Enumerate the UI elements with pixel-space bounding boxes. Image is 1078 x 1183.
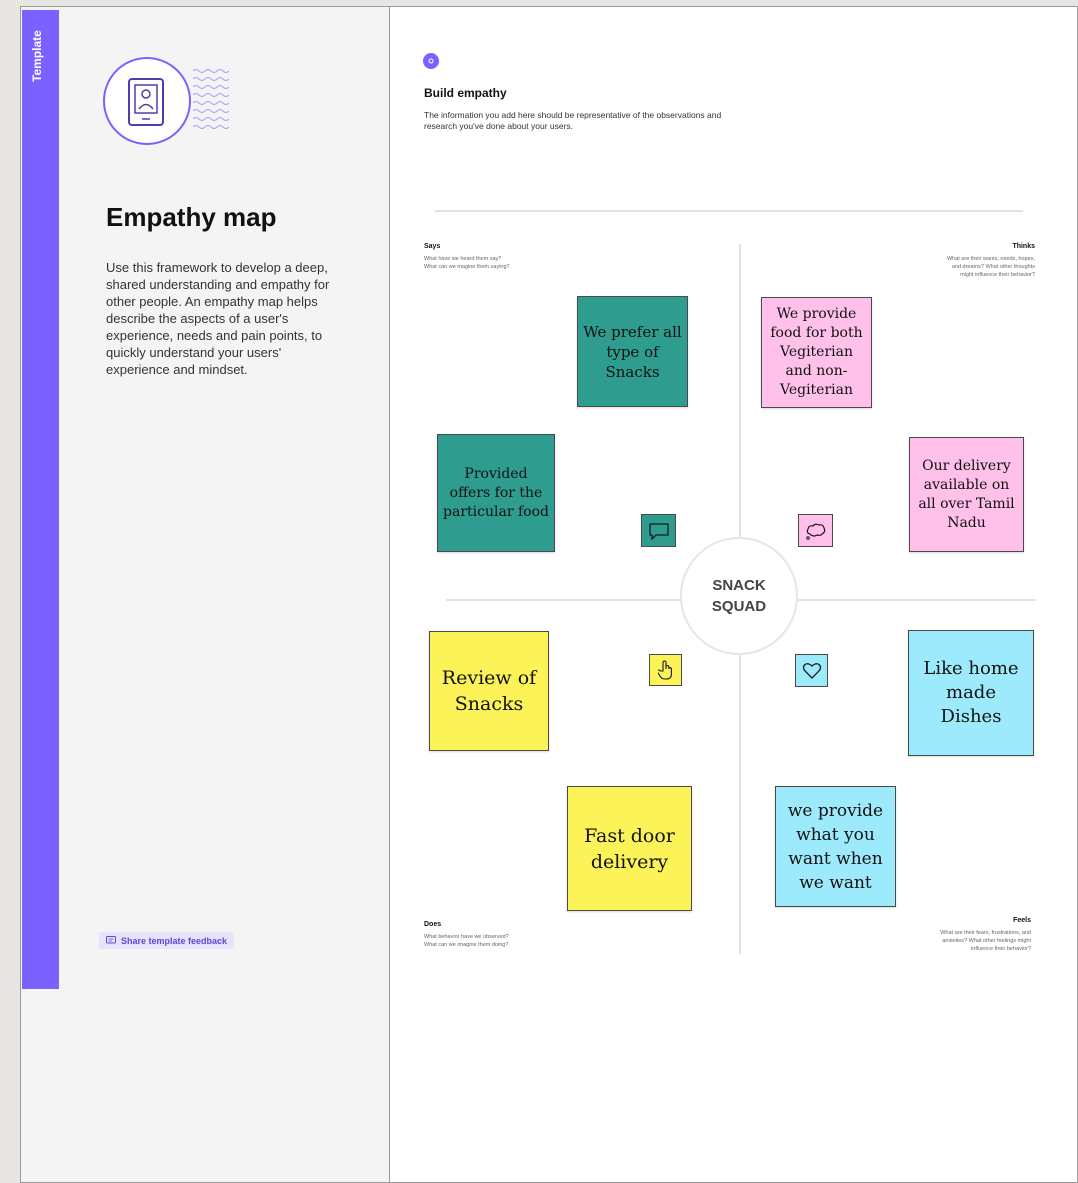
sticky-note-text: Our delivery available on all over Tamil…: [918, 457, 1015, 531]
does-hint-2: What can we imagine them doing?: [424, 942, 509, 948]
empathy-map-hero-icon: [103, 57, 230, 145]
thought-bubble-icon: [798, 514, 833, 547]
sticky-note[interactable]: Fast door delivery: [567, 786, 692, 911]
sticky-note[interactable]: Our delivery available on all over Tamil…: [909, 437, 1024, 552]
sticky-note-text: Like home made Dishes: [923, 658, 1019, 727]
feels-label: Feels: [1013, 917, 1031, 924]
does-hint-1: What behavior have we observed?: [424, 934, 509, 940]
sticky-note-text: We prefer all type of Snacks: [583, 322, 682, 381]
sticky-note[interactable]: We provide food for both Vegiterian and …: [761, 297, 872, 408]
feels-hint-1: What are their fears, frustrations, and: [940, 930, 1031, 936]
comment-icon: [106, 936, 116, 944]
share-feedback-button[interactable]: Share template feedback: [99, 932, 235, 949]
does-label: Does: [424, 921, 442, 928]
board-frame: Template Empathy map Use this framework …: [20, 6, 1078, 1183]
build-empathy-description: The information you add here should be r…: [424, 110, 722, 131]
says-hint-1: What have we heard them say?: [424, 256, 502, 262]
template-description: Use this framework to develop a deep, sh…: [106, 260, 330, 377]
sticky-note[interactable]: We prefer all type of Snacks: [577, 296, 688, 407]
sticky-note[interactable]: we provide what you want when we want: [775, 786, 896, 907]
says-hint-2: What can we magine them saying?: [424, 264, 510, 270]
header-divider: [435, 210, 1023, 212]
sticky-note-text: We provide food for both Vegiterian and …: [770, 306, 863, 398]
thinks-hint-1: What are their wants, needs, hopes,: [946, 256, 1035, 262]
persona-name-line-2: SQUAD: [711, 598, 767, 615]
thinks-label: Thinks: [1012, 243, 1035, 250]
heart-icon: [795, 654, 828, 687]
template-tab-label: Template: [30, 30, 44, 82]
sticky-note-text: Provided offers for the particular food: [443, 465, 549, 520]
sticky-note[interactable]: Review of Snacks: [429, 631, 549, 751]
persona-name-line-1: SNACK: [712, 577, 766, 594]
feels-hint-3: influence their behavior?: [971, 946, 1031, 952]
empathy-canvas: Build empathy The information you add he…: [391, 7, 1077, 1182]
sticky-note[interactable]: Provided offers for the particular food: [437, 434, 555, 552]
sticky-note-text: Fast door delivery: [584, 824, 675, 873]
thinks-hint-2: and dreams? What other thoughts: [951, 264, 1035, 270]
feels-hint-2: anxieties? What other feelings might: [942, 938, 1031, 944]
page-title: Empathy map: [106, 202, 277, 232]
template-info-panel: Template Empathy map Use this framework …: [21, 7, 390, 1182]
pointer-hand-icon: [649, 654, 682, 686]
sticky-note-text: we provide what you want when we want: [787, 800, 884, 893]
sticky-note[interactable]: Like home made Dishes: [908, 630, 1034, 756]
share-feedback-label: Share template feedback: [121, 935, 228, 946]
says-label: Says: [424, 243, 441, 250]
persona-center-circle: SNACK SQUAD: [680, 537, 798, 655]
lightbulb-icon: [423, 53, 439, 69]
thinks-hint-3: might influence their behavior?: [960, 272, 1035, 278]
build-empathy-title: Build empathy: [424, 86, 507, 100]
speech-bubble-icon: [641, 514, 676, 547]
template-tab[interactable]: Template: [22, 10, 59, 989]
sticky-note-text: Review of Snacks: [441, 667, 537, 715]
